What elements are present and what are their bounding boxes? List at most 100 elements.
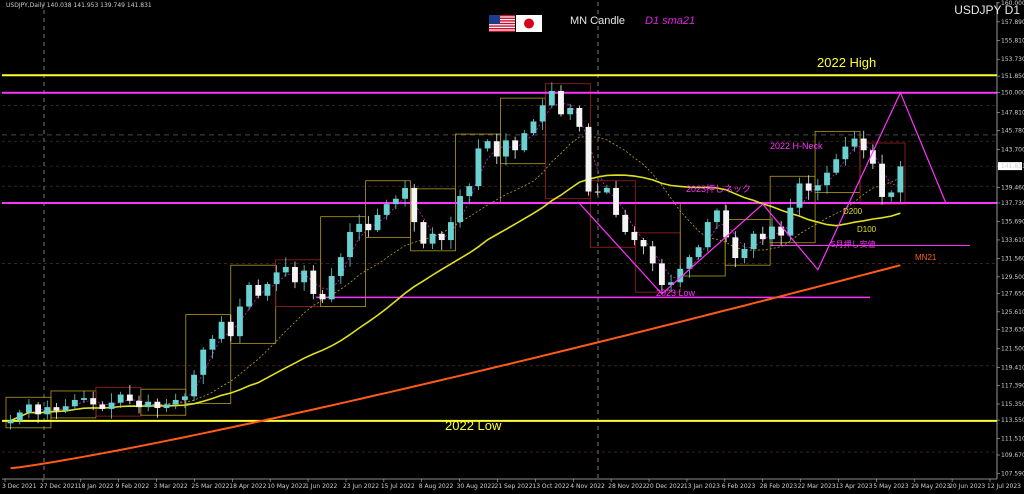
candle-body [447,222,454,241]
x-tick-label: 4 Nov 2022 [570,483,605,490]
y-tick-label: 107.590 [1001,471,1024,478]
candle-body [90,398,97,405]
candle-body [163,404,170,409]
x-tick-label: 8 Aug 2022 [419,483,454,490]
candle-body [255,284,262,296]
label-2022-high: 2022 High [817,55,877,70]
label-may-low: 5月押し安値 [831,240,876,249]
candle-body [438,233,445,241]
candle-body [81,398,87,400]
candle-body [512,140,519,151]
y-tick-label: 139.460 [1001,184,1024,191]
candle-body [888,192,895,197]
y-tick-label: 127.650 [1001,291,1024,298]
candle-body [759,233,766,240]
candle-body [273,272,280,285]
candle-body [787,207,794,236]
x-tick-label: 12 Jul 2023 [987,483,1021,490]
candle-body [292,267,298,283]
candle-body [585,126,592,192]
candle-body [420,222,427,244]
candle-body [71,399,78,407]
candle-body [769,226,775,240]
candle-body [833,159,840,173]
candle-body [99,404,106,409]
x-tick-label: 13 Apr 2023 [835,483,872,490]
x-tick-label: 23 Jun 2022 [343,483,379,490]
ohlc-readout: USDJPY,Daily 140.038 141.953 139.749 141… [6,2,152,9]
y-tick-label: 113.550 [1001,417,1024,424]
candle-body [814,185,821,191]
japan-flag-icon [516,15,542,32]
y-tick-label: 147.810 [1001,109,1024,116]
candle-body [154,401,161,409]
y-tick-label: 129.500 [1001,274,1024,281]
candle-body [741,249,748,259]
x-tick-label: 18 Apr 2022 [229,483,266,490]
x-tick-label: 27 Dec 2021 [40,483,79,490]
sma-label: D1 sma21 [645,15,696,27]
candle-body [594,191,601,193]
label-2022-low: 2022 Low [445,418,502,433]
label-d100: D100 [857,225,877,234]
candle-body [704,222,711,248]
candle-body [7,420,14,424]
y-tick-label: 151.850 [1001,73,1024,80]
candle-body [236,306,243,337]
us-flag-icon [489,15,515,32]
candle-body [126,394,133,401]
candle-body [62,406,69,411]
x-tick-label: 1 Jun 2022 [305,483,337,490]
candle-body [879,163,886,197]
candle-body [356,223,363,232]
candle-body [227,321,234,337]
y-tick-label: 111.510 [1001,435,1024,442]
candle-body [695,247,702,258]
x-tick-label: 15 Jul 2022 [381,483,415,490]
candle-body [429,233,436,244]
candle-type-label: MN Candle [570,15,626,27]
candle-body [732,237,739,259]
x-tick-label: 30 Aug 2022 [457,483,496,490]
y-tick-label: 117.390 [1001,383,1024,390]
x-tick-label: 20 Jun 2023 [949,483,985,490]
candle-body [347,231,353,258]
y-tick-label: 157.890 [1001,19,1024,26]
symbol-label: USDJPY D1 [954,3,1020,17]
candle-body [25,404,32,413]
price-axis[interactable]: 160.000157.890155.810153.730151.850150.0… [996,0,1024,494]
y-tick-label: 125.610 [1001,309,1024,316]
label-d200: D200 [843,207,863,216]
candle-body [824,172,830,186]
candle-body [558,90,564,115]
y-tick-label: 145.780 [1001,128,1024,135]
candle-body [392,198,399,205]
candle-body [576,108,583,127]
candle-body [310,270,317,294]
candle-body [484,141,491,149]
y-tick-label: 133.610 [1001,237,1024,244]
candle-body [145,401,152,408]
x-tick-label: 21 Sep 2022 [495,483,533,490]
candle-body [136,400,142,408]
candle-body [181,396,188,400]
candle-body [851,138,858,147]
candle-body [750,233,757,250]
x-tick-label: 3 Mar 2022 [154,483,188,490]
x-tick-label: 25 Mar 2022 [191,483,229,490]
candle-body [282,267,289,273]
x-tick-label: 5 May 2023 [873,483,908,490]
y-tick-label: 109.670 [1001,452,1024,459]
x-tick-label: 3 Dec 2021 [2,483,37,490]
candle-body [108,402,115,409]
candle-body [805,183,812,191]
candle-body [503,140,509,157]
x-tick-label: 18 Jan 2022 [78,483,114,490]
candle-body [613,187,619,215]
x-tick-label: 13 Oct 2022 [532,483,569,490]
label-mn21: MN21 [915,253,937,262]
candle-body [383,204,390,215]
candle-body [246,284,253,307]
candle-body [714,210,720,223]
x-tick-label: 20 Dec 2022 [646,483,685,490]
